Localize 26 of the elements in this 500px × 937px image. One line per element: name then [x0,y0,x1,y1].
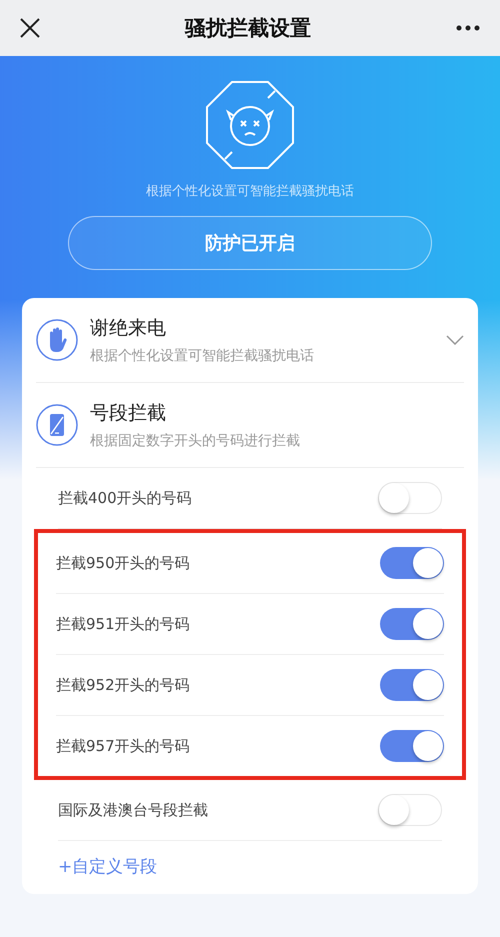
page-title: 骚扰拦截设置 [185,15,311,42]
toggle-switch[interactable] [378,482,442,514]
rule-label: 拦截957开头的号码 [56,736,190,756]
rule-label: 拦截400开头的号码 [58,488,192,508]
shield-face-icon [205,80,295,170]
section-title: 谢绝来电 [90,316,167,341]
hand-icon [36,319,78,361]
toggle-switch[interactable] [380,669,444,701]
section-title: 号段拦截 [90,401,167,426]
more-icon[interactable] [456,25,480,31]
rule-label: 拦截951开头的号码 [56,614,190,634]
protection-status-button[interactable]: 防护已开启 [68,216,432,270]
add-custom-link[interactable]: +自定义号段 [58,855,442,878]
phone-icon [36,404,78,446]
chevron-icon[interactable] [446,335,464,345]
section-subtitle: 根据个性化设置可智能拦截骚扰电话 [90,347,315,365]
rule-label: 拦截950开头的号码 [56,554,190,572]
toggle-switch[interactable] [380,547,444,579]
rule-label: 国际及港澳台号段拦截 [58,800,208,820]
rule-label: 拦截952开头的号码 [56,676,190,694]
hero-subtitle: 根据个性化设置可智能拦截骚扰电话 [146,183,354,200]
toggle-switch[interactable] [380,608,444,640]
toggle-switch[interactable] [378,794,442,826]
section-subtitle: 根据固定数字开头的号码进行拦截 [90,432,301,450]
close-icon[interactable] [20,18,40,38]
toggle-switch[interactable] [380,730,444,762]
